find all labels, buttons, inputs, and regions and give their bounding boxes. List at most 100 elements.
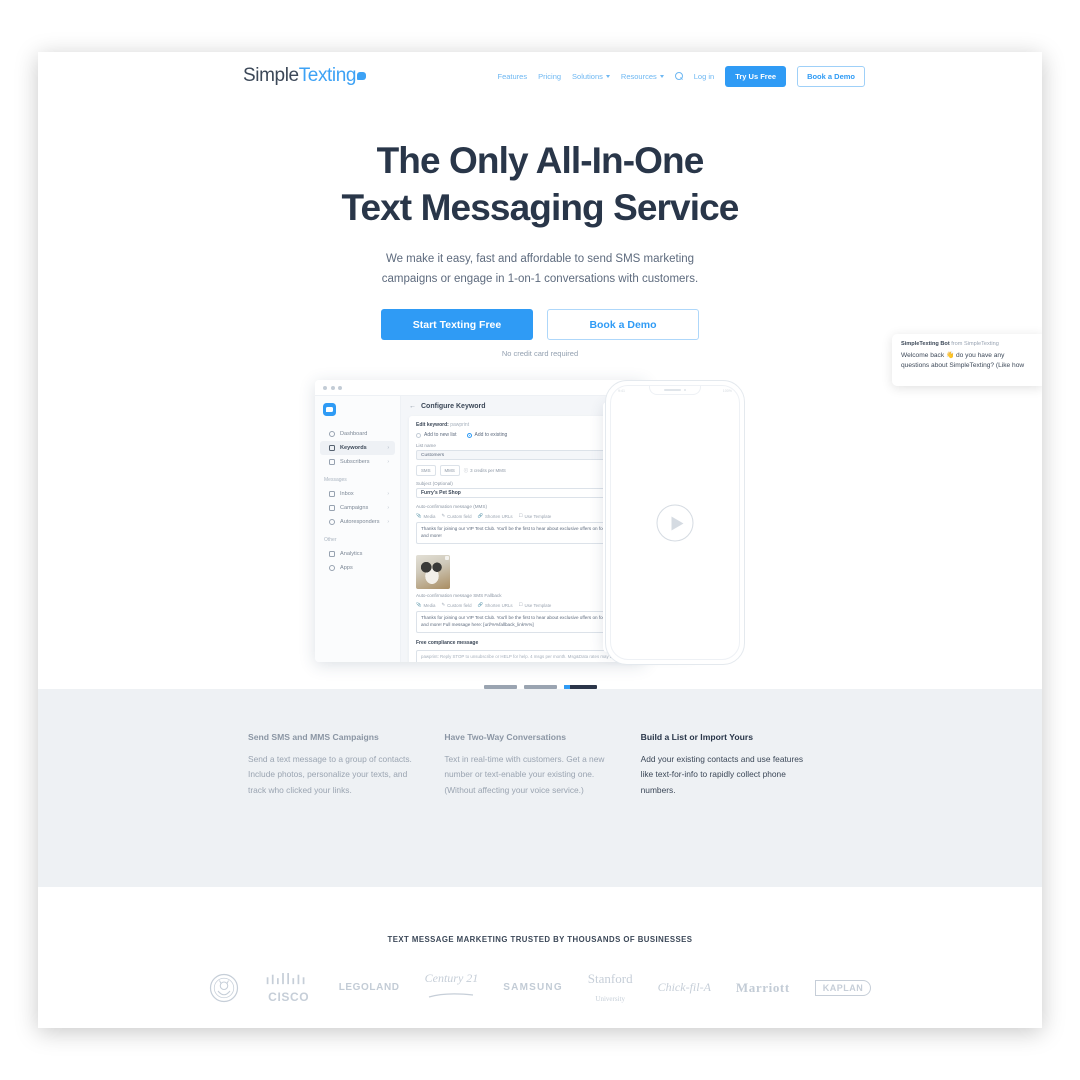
media-tool[interactable]: 📎 Media (416, 602, 435, 608)
window-dot-icon (323, 385, 327, 390)
shorten-urls-tool[interactable]: 🔗 Shorten URLs (478, 513, 513, 519)
radio-add-to-new-list[interactable]: Add to new list (416, 432, 457, 438)
camera-icon (683, 388, 687, 392)
keyword-value: pawprint (450, 422, 470, 429)
use-template-tool[interactable]: ☐ Use Template (519, 513, 552, 519)
subject-input[interactable]: Furry's Pet Shop (416, 488, 631, 499)
chat-bubble-icon (357, 72, 367, 80)
feature-title[interactable]: Have Two-Way Conversations (444, 732, 618, 742)
edit-keyword-label: Edit keyword: pawprint (416, 422, 470, 429)
cisco-logo: CISCO (264, 972, 314, 1004)
browser-page: Simple Texting Features Pricing Solutions… (38, 52, 1042, 1028)
panel-title: Configure Keyword (421, 403, 486, 411)
mms-message-textarea[interactable]: Thanks for joining our VIP Text Club. Yo… (416, 522, 631, 544)
product-screenshot: Dashboard Keywords › Subscribers › Message… (315, 380, 765, 670)
chart-icon (329, 551, 335, 558)
app-window: Dashboard Keywords › Subscribers › Message… (315, 380, 645, 663)
site-logo[interactable]: Simple Texting (243, 65, 367, 87)
search-icon[interactable] (674, 72, 683, 80)
chat-message: Welcome back 👋 do you have any questions… (901, 352, 1025, 370)
custom-field-tool[interactable]: ✎ Custom field (441, 602, 471, 608)
chevron-down-icon (659, 74, 664, 78)
back-arrow-icon[interactable]: ← (409, 403, 416, 410)
phone-status-battery: 100% (722, 389, 732, 394)
century21-swoosh-icon (429, 993, 474, 998)
cisco-bars-icon (266, 972, 305, 984)
nav-item-solutions[interactable]: Solutions (572, 72, 610, 81)
fallback-toolbar: 📎 Media ✎ Custom field 🔗 Shorten URLs ☐ Use … (416, 602, 631, 608)
custom-field-tool[interactable]: ✎ Custom field (441, 513, 471, 519)
shorten-urls-tool[interactable]: 🔗 Shorten URLs (478, 602, 513, 608)
radio-add-to-existing[interactable]: Add to existing (466, 432, 507, 438)
chickfila-logo: Chick-fil-A (657, 980, 711, 995)
list-mode-radio-group: Add to new list Add to existing (416, 432, 631, 438)
sidebar-item-dashboard[interactable]: Dashboard (320, 427, 395, 441)
phone-status-time: 9:41 (618, 389, 625, 394)
century21-wordmark: Century 21 (424, 971, 479, 986)
feature-column-two-way[interactable]: Have Two-Way Conversations Text in real-… (444, 732, 640, 799)
try-us-free-button[interactable]: Try Us Free (725, 65, 787, 87)
logo-text-texting: Texting (298, 65, 357, 86)
media-tool[interactable]: 📎 Media (416, 513, 435, 519)
feature-column-build-list[interactable]: Build a List or Import Yours Add your ex… (641, 732, 837, 799)
start-texting-free-button[interactable]: Start Texting Free (381, 309, 533, 341)
starbucks-logo (209, 973, 238, 1002)
sidebar-item-analytics[interactable]: Analytics (320, 547, 395, 561)
sidebar-item-autoresponders[interactable]: Autoresponders › (320, 515, 395, 529)
sms-fallback-textarea[interactable]: Thanks for joining our VIP Text Club. Yo… (416, 611, 631, 633)
sidebar-item-campaigns[interactable]: Campaigns › (320, 501, 395, 515)
sidebar-group-other: Other (324, 537, 337, 544)
window-titlebar (315, 380, 645, 397)
phone-notch (649, 386, 701, 396)
stanford-wordmark: Stanford (587, 970, 633, 986)
subject-label: Subject (Optional) (416, 481, 453, 487)
sidebar-item-keywords[interactable]: Keywords › (320, 441, 395, 456)
feature-title[interactable]: Build a List or Import Yours (641, 732, 815, 742)
hero-title-line1: The Only All-In-One (376, 140, 705, 181)
nav-item-login[interactable]: Log in (694, 72, 714, 81)
hero-section: The Only All-In-One Text Messaging Servi… (38, 100, 1042, 358)
site-header: Simple Texting Features Pricing Solutions… (38, 52, 1042, 100)
message-type-toggle: SMS MMS ⓘ 3 credits per MMS (416, 465, 631, 477)
list-name-label: List name (416, 443, 436, 449)
kaplan-logo: KAPLAN (814, 979, 872, 996)
phone-screen: 9:41 100% (610, 385, 740, 661)
sms-toggle[interactable]: SMS (416, 465, 436, 477)
nav-links: Features Pricing Solutions Resources Log… (498, 65, 1043, 87)
chat-widget[interactable]: SimpleTexting Bot from SimpleTexting Wel… (892, 334, 1042, 386)
people-icon (329, 459, 335, 466)
carousel-bar-3[interactable] (563, 685, 597, 689)
feature-body: Add your existing contacts and use featu… (640, 753, 804, 795)
nav-item-features[interactable]: Features (498, 72, 528, 81)
stanford-logo: Stanford University (588, 970, 633, 1006)
play-icon[interactable] (656, 504, 694, 542)
sidebar-item-apps[interactable]: Apps (320, 561, 395, 575)
logo-row: CISCO LEGOLAND Century 21 SAMSUNG Stanfo… (38, 970, 1042, 1006)
marriott-logo: Marriott (735, 979, 790, 995)
book-a-demo-button[interactable]: Book a Demo (797, 65, 865, 87)
dog-photo[interactable] (416, 555, 450, 589)
credits-note: ⓘ 3 credits per MMS (463, 467, 506, 474)
list-name-select[interactable]: Customers (416, 450, 631, 461)
sidebar-item-subscribers[interactable]: Subscribers › (320, 455, 395, 469)
mms-toolbar: 📎 Media ✎ Custom field 🔗 Shorten URLs ☐ Use … (416, 513, 631, 519)
cisco-wordmark: CISCO (268, 989, 310, 1004)
page-title: The Only All-In-One Text Messaging Servi… (38, 138, 1042, 232)
nav-item-resources[interactable]: Resources (621, 72, 664, 81)
carousel-bar-1[interactable] (483, 685, 517, 689)
sidebar-item-inbox[interactable]: Inbox › (320, 487, 395, 501)
mms-toggle[interactable]: MMS (439, 465, 460, 477)
feature-column-sms-mms[interactable]: Send SMS and MMS Campaigns Send a text m… (248, 732, 444, 799)
century21-logo: Century 21 (424, 971, 479, 1004)
compliance-text: pawprint: Reply STOP to unsubscribe or H… (416, 649, 631, 663)
hero-subtitle: We make it easy, fast and affordable to … (381, 252, 699, 286)
feature-title[interactable]: Send SMS and MMS Campaigns (248, 732, 422, 742)
hero-book-a-demo-button[interactable]: Book a Demo (547, 309, 699, 341)
hero-cta-row: Start Texting Free Book a Demo (38, 309, 1042, 341)
key-icon (329, 445, 335, 452)
use-template-tool[interactable]: ☐ Use Template (519, 602, 552, 608)
feature-body: Send a text message to a group of contac… (248, 753, 412, 795)
nav-item-pricing[interactable]: Pricing (538, 72, 561, 81)
carousel-bar-2[interactable] (523, 685, 557, 689)
app-sidebar: Dashboard Keywords › Subscribers › Message… (315, 396, 401, 663)
